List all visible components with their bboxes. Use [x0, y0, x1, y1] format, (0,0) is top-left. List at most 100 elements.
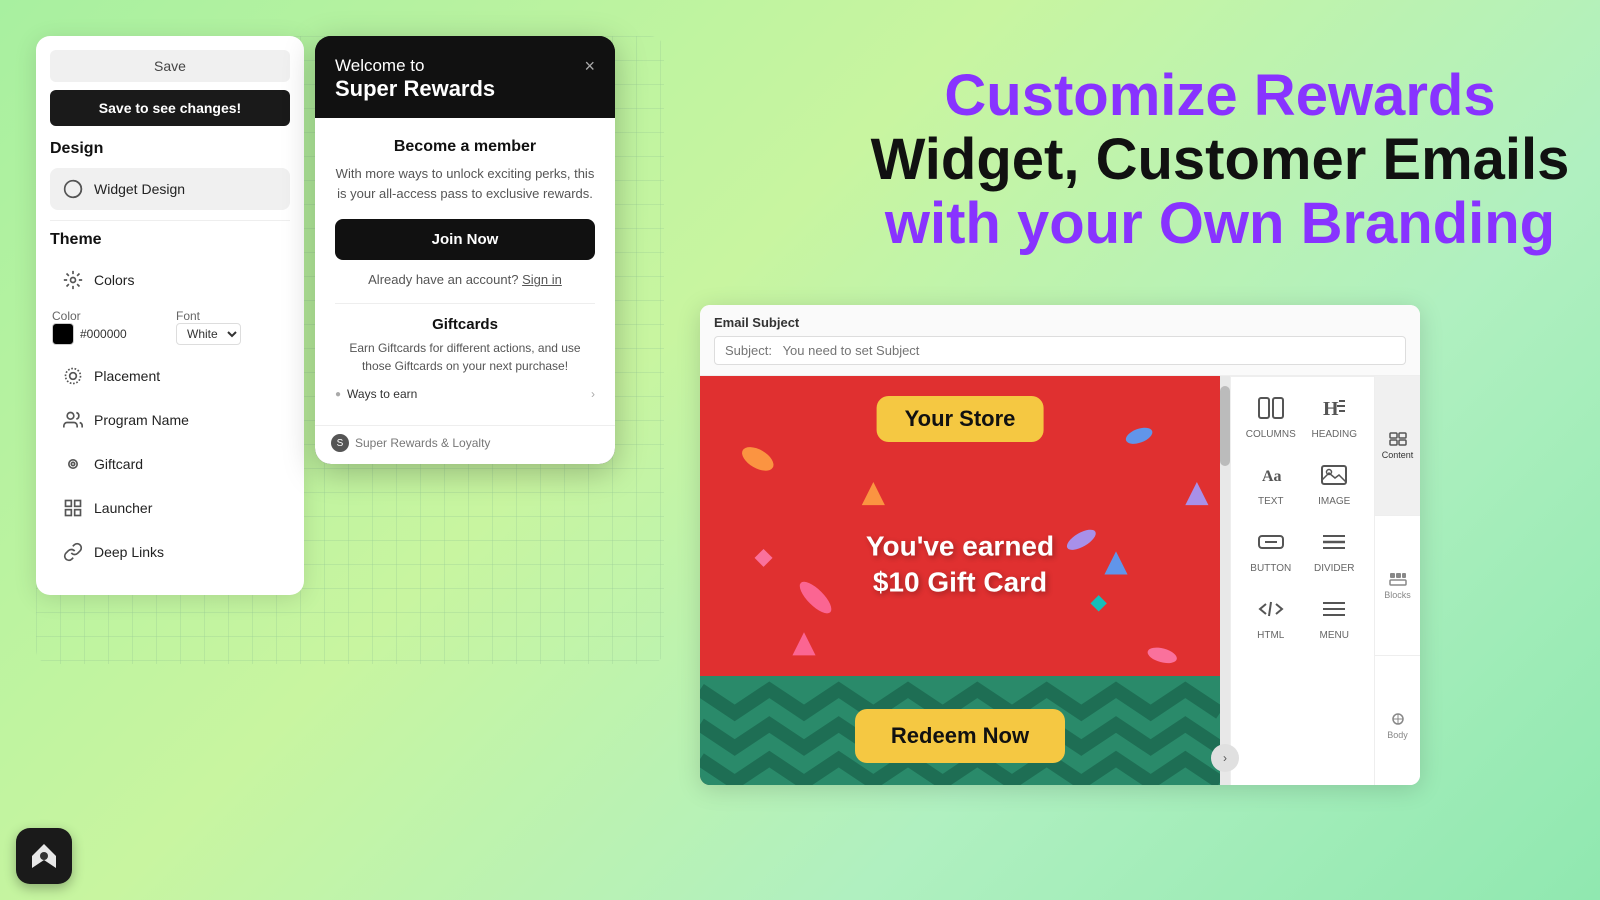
popup-footer: S Super Rewards & Loyalty — [315, 425, 615, 464]
toolbar-grid: COLUMNS H — [1231, 377, 1374, 661]
become-member-title: Become a member — [335, 138, 595, 156]
launcher-item[interactable]: Launcher — [50, 487, 290, 529]
svg-text:H: H — [1323, 398, 1339, 419]
text-icon: Aa — [1258, 464, 1284, 492]
email-preview: Your Store You've earned $10 Gift Card — [700, 376, 1220, 785]
widget-design-item[interactable]: Widget Design — [50, 168, 290, 210]
font-select[interactable]: White — [176, 323, 241, 345]
hero-line-3: with your Own Branding — [871, 192, 1570, 256]
body-tab[interactable]: Body — [1375, 656, 1420, 785]
hero-line-1: Customize Rewards — [871, 64, 1570, 128]
hero-content: Customize Rewards Widget, Customer Email… — [841, 34, 1600, 285]
email-subject-bar: Email Subject — [700, 305, 1420, 376]
colors-label: Colors — [94, 272, 134, 288]
launcher-icon — [62, 497, 84, 519]
button-icon — [1258, 531, 1284, 559]
heading-tool[interactable]: H HEADING — [1303, 385, 1367, 452]
popup-main-title: Super Rewards — [335, 76, 495, 102]
divider-label: DIVIDER — [1314, 563, 1355, 574]
users-icon — [62, 409, 84, 431]
left-panel: Save Save to see changes! Design Widget … — [36, 36, 304, 595]
placement-label: Placement — [94, 368, 160, 384]
button-tool[interactable]: BUTTON — [1239, 519, 1303, 586]
popup-body: Become a member With more ways to unlock… — [315, 118, 615, 425]
design-section-title: Design — [50, 140, 290, 158]
hero-customize: Customize — [944, 63, 1237, 128]
svg-text:Aa: Aa — [1262, 468, 1282, 485]
scroll-down-button[interactable]: › — [1211, 744, 1239, 772]
image-tool[interactable]: IMAGE — [1303, 452, 1367, 519]
program-name-item[interactable]: Program Name — [50, 399, 290, 441]
sign-in-link[interactable]: Sign in — [522, 272, 562, 287]
columns-tool[interactable]: COLUMNS — [1239, 385, 1303, 452]
hero-section: Customize Rewards Widget, Customer Email… — [840, 0, 1600, 320]
link-icon — [62, 541, 84, 563]
earned-text: You've earned $10 Gift Card — [700, 529, 1220, 602]
earned-line2: $10 Gift Card — [700, 565, 1220, 601]
email-body: Your Store You've earned $10 Gift Card — [700, 376, 1420, 785]
giftcards-title: Giftcards — [335, 316, 595, 333]
font-label: Font — [176, 309, 288, 323]
subject-label: Email Subject — [714, 315, 1406, 330]
ways-to-earn-label: Ways to earn — [347, 387, 417, 401]
content-tab-label: Content — [1382, 450, 1414, 460]
footer-icon: S — [331, 434, 349, 452]
hero-line-2: Widget, Customer Emails — [871, 128, 1570, 192]
popup-welcome-text: Welcome to — [335, 56, 495, 76]
save-to-see-button[interactable]: Save to see changes! — [50, 90, 290, 126]
menu-icon — [1321, 598, 1347, 626]
store-badge: Your Store — [877, 396, 1044, 442]
button-label: BUTTON — [1250, 563, 1291, 574]
columns-icon — [1258, 397, 1284, 425]
popup-close-button[interactable]: × — [584, 56, 595, 77]
email-editor: Email Subject — [700, 305, 1420, 785]
html-tool[interactable]: HTML — [1239, 586, 1303, 653]
heading-label: HEADING — [1311, 429, 1357, 440]
earned-line1: You've earned — [700, 529, 1220, 565]
text-label: TEXT — [1258, 496, 1284, 507]
colors-item[interactable]: Colors — [50, 259, 290, 301]
color-swatch[interactable] — [52, 323, 74, 345]
scroll-bar: › — [1220, 376, 1230, 785]
menu-label: MENU — [1320, 630, 1349, 641]
text-tool[interactable]: Aa TEXT — [1239, 452, 1303, 519]
footer-text: Super Rewards & Loyalty — [355, 436, 490, 450]
deep-links-label: Deep Links — [94, 544, 164, 560]
already-account-text: Already have an account? Sign in — [335, 272, 595, 287]
color-label: Color — [52, 309, 164, 323]
popup-header: Welcome to Super Rewards × — [315, 36, 615, 118]
popup-divider — [335, 303, 595, 304]
subject-input[interactable] — [714, 336, 1406, 365]
email-bottom-section: Redeem Now — [700, 676, 1220, 785]
giftcard-item[interactable]: Giftcard — [50, 443, 290, 485]
app-icon[interactable] — [16, 828, 72, 884]
redeem-button[interactable]: Redeem Now — [855, 709, 1065, 763]
columns-label: COLUMNS — [1246, 429, 1296, 440]
image-label: IMAGE — [1318, 496, 1350, 507]
giftcards-desc: Earn Giftcards for different actions, an… — [335, 339, 595, 375]
toolbar-side-tabs: Content Blocks — [1374, 376, 1420, 785]
member-desc: With more ways to unlock exciting perks,… — [335, 164, 595, 203]
content-tab[interactable]: Content — [1375, 376, 1420, 516]
hero-branding: Branding — [1301, 191, 1556, 256]
scroll-thumb[interactable] — [1220, 386, 1230, 466]
email-toolbar: COLUMNS H — [1230, 376, 1420, 785]
divider-icon — [1321, 531, 1347, 559]
ways-to-earn-row: ● Ways to earn › — [335, 383, 595, 405]
menu-tool[interactable]: MENU — [1303, 586, 1367, 653]
divider-tool[interactable]: DIVIDER — [1303, 519, 1367, 586]
theme-section-title: Theme — [50, 231, 290, 249]
save-button[interactable]: Save — [50, 50, 290, 82]
join-now-button[interactable]: Join Now — [335, 219, 595, 260]
color-hex-value: #000000 — [80, 327, 127, 341]
email-card: Your Store You've earned $10 Gift Card — [700, 376, 1220, 785]
placement-icon — [62, 365, 84, 387]
placement-item[interactable]: Placement — [50, 355, 290, 397]
html-icon — [1258, 598, 1284, 626]
deep-links-item[interactable]: Deep Links — [50, 531, 290, 573]
launcher-label: Launcher — [94, 500, 152, 516]
blocks-tab[interactable]: Blocks — [1375, 516, 1420, 656]
giftcard-icon — [62, 453, 84, 475]
palette-icon — [62, 178, 84, 200]
divider-1 — [50, 220, 290, 221]
